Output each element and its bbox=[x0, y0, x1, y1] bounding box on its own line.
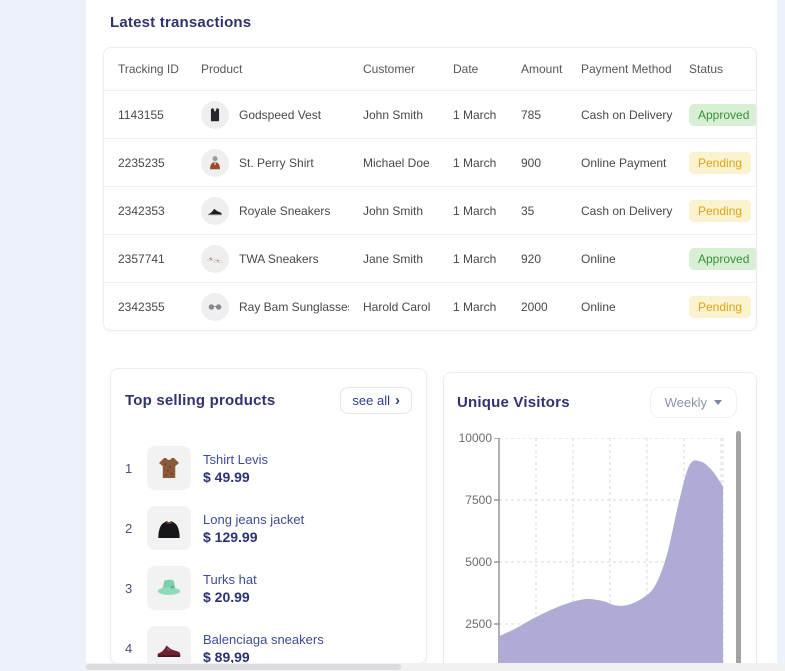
table-row: 2342355 Ray Bam Sunglasses Harold Carol … bbox=[104, 283, 756, 330]
status-badge: Pending bbox=[689, 199, 752, 222]
product-name: Royale Sneakers bbox=[239, 203, 331, 218]
column-header-customer: Customer bbox=[363, 62, 416, 76]
transaction-date: 1 March bbox=[453, 107, 497, 122]
visitors-chart: 10000 7500 5000 2500 bbox=[444, 431, 756, 670]
transaction-date: 1 March bbox=[453, 251, 497, 266]
product-name: Balenciaga sneakers bbox=[203, 631, 324, 647]
top-products-list: 1 Tshirt Levis $ 49.99 2 Long jeans jack… bbox=[125, 438, 412, 671]
status-badge: Approved bbox=[689, 103, 756, 126]
column-header-amount: Amount bbox=[521, 62, 563, 76]
payment-method: Online bbox=[581, 251, 616, 266]
sneakers-pair-product-image bbox=[201, 244, 229, 273]
customer-name: John Smith bbox=[363, 203, 424, 218]
payment-method: Cash on Delivery bbox=[581, 107, 673, 122]
list-item: 3 Turks hat $ 20.99 bbox=[125, 558, 412, 618]
product-name: Ray Bam Sunglasses bbox=[239, 300, 349, 314]
product-name: St. Perry Shirt bbox=[239, 155, 314, 170]
visitors-area-path bbox=[499, 460, 723, 670]
customer-name: Jane Smith bbox=[363, 251, 424, 266]
product-name: Long jeans jacket bbox=[203, 511, 305, 527]
tshirt-product-image bbox=[147, 446, 191, 490]
see-all-label: see all bbox=[352, 393, 390, 408]
customer-name: Michael Doe bbox=[363, 155, 430, 170]
tracking-id: 2342355 bbox=[118, 300, 165, 314]
payment-method: Online bbox=[581, 300, 616, 314]
column-header-tracking-id: Tracking ID bbox=[118, 62, 179, 76]
tracking-id: 2235235 bbox=[118, 155, 165, 170]
product-name: TWA Sneakers bbox=[239, 251, 319, 266]
customer-name: John Smith bbox=[363, 107, 424, 122]
transaction-amount: 35 bbox=[521, 203, 535, 218]
period-label: Weekly bbox=[664, 395, 707, 410]
period-dropdown[interactable]: Weekly bbox=[649, 387, 737, 418]
table-row: 2342353 Royale Sneakers John Smith 1 Mar… bbox=[104, 187, 756, 235]
horizontal-scrollbar[interactable] bbox=[86, 663, 785, 671]
area-chart-svg bbox=[494, 438, 724, 670]
payment-method: Online Payment bbox=[581, 155, 667, 170]
status-badge: Approved bbox=[689, 247, 756, 270]
transaction-date: 1 March bbox=[453, 155, 497, 170]
product-cell: Royale Sneakers bbox=[187, 196, 349, 225]
product-price: $ 129.99 bbox=[203, 529, 258, 546]
column-header-product: Product bbox=[201, 62, 243, 76]
product-rank: 3 bbox=[125, 580, 133, 596]
list-item: 1 Tshirt Levis $ 49.99 bbox=[125, 438, 412, 498]
product-rank: 1 bbox=[125, 460, 133, 476]
vest-product-image bbox=[201, 100, 229, 129]
transaction-amount: 785 bbox=[521, 107, 542, 122]
jacket-product-image bbox=[147, 506, 191, 550]
product-name: Godspeed Vest bbox=[239, 107, 322, 122]
main-content: Latest transactions Tracking ID Product … bbox=[86, 0, 777, 671]
chevron-down-icon bbox=[714, 400, 722, 405]
table-row: 2235235 St. Perry Shirt Michael Doe 1 Ma… bbox=[104, 139, 756, 187]
transactions-table-card: Tracking ID Product Customer Date Amount… bbox=[103, 47, 757, 331]
product-rank: 4 bbox=[125, 640, 133, 656]
table-row: 1143155 Godspeed Vest John Smith 1 March… bbox=[104, 91, 756, 139]
product-price: $ 49.99 bbox=[203, 469, 250, 486]
unique-visitors-card: Unique Visitors Weekly 10000 7500 5000 2… bbox=[443, 372, 757, 671]
transaction-date: 1 March bbox=[453, 203, 497, 218]
transaction-amount: 920 bbox=[521, 251, 542, 266]
see-all-button[interactable]: see all › bbox=[340, 387, 412, 414]
horizontal-scrollbar-thumb[interactable] bbox=[86, 664, 401, 670]
status-badge: Pending bbox=[689, 296, 752, 318]
column-header-payment-method: Payment Method bbox=[581, 62, 672, 76]
chevron-right-icon: › bbox=[395, 392, 400, 409]
tracking-id: 1143155 bbox=[118, 107, 164, 122]
product-cell: Ray Bam Sunglasses bbox=[187, 293, 349, 321]
transaction-amount: 900 bbox=[521, 155, 542, 170]
status-badge: Pending bbox=[689, 151, 752, 174]
top-products-card: Top selling products see all › 1 Tshirt … bbox=[110, 368, 427, 670]
list-item: 2 Long jeans jacket $ 129.99 bbox=[125, 498, 412, 558]
product-cell: St. Perry Shirt bbox=[187, 148, 349, 177]
product-price: $ 20.99 bbox=[203, 589, 250, 606]
transaction-amount: 2000 bbox=[521, 300, 548, 314]
top-products-title: Top selling products bbox=[125, 392, 276, 409]
tracking-id: 2357741 bbox=[118, 251, 165, 266]
tracking-id: 2342353 bbox=[118, 203, 165, 218]
y-axis-tick: 10000 bbox=[458, 431, 492, 445]
column-header-date: Date bbox=[453, 62, 479, 76]
table-row: 2357741 TWA Sneakers Jane Smith 1 March … bbox=[104, 235, 756, 283]
payment-method: Cash on Delivery bbox=[581, 203, 673, 218]
transactions-title: Latest transactions bbox=[110, 14, 252, 31]
product-rank: 2 bbox=[125, 520, 133, 536]
sneaker-product-image bbox=[201, 196, 229, 225]
column-header-status: Status bbox=[689, 62, 724, 76]
y-axis-tick: 7500 bbox=[465, 493, 492, 507]
product-cell: TWA Sneakers bbox=[187, 244, 349, 273]
table-header-row: Tracking ID Product Customer Date Amount… bbox=[104, 48, 756, 91]
y-axis-tick: 2500 bbox=[465, 617, 492, 631]
product-cell: Godspeed Vest bbox=[187, 100, 349, 129]
product-name: Tshirt Levis bbox=[203, 451, 269, 467]
customer-name: Harold Carol bbox=[363, 300, 431, 314]
y-axis-tick: 5000 bbox=[465, 555, 492, 569]
unique-visitors-title: Unique Visitors bbox=[457, 394, 570, 411]
bucket-hat-product-image bbox=[147, 566, 191, 610]
chart-vertical-scrollbar[interactable] bbox=[736, 431, 741, 670]
transaction-date: 1 March bbox=[453, 300, 497, 314]
product-name: Turks hat bbox=[203, 571, 257, 587]
sunglasses-product-image bbox=[201, 293, 229, 321]
shirt-product-image bbox=[201, 148, 229, 177]
